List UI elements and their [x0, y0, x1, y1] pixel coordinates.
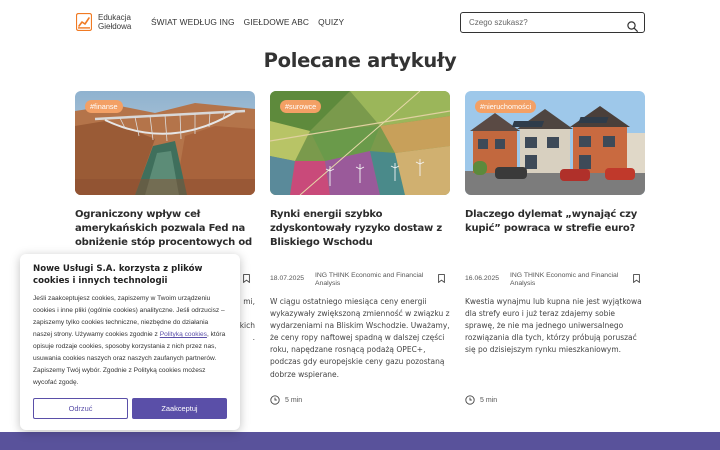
read-time: 5 min [465, 395, 497, 405]
article-meta: 18.07.2025 ING THINK Economic and Financ… [270, 272, 450, 292]
search-icon[interactable] [627, 17, 638, 32]
article-image-houses[interactable]: #nieruchomości [465, 91, 645, 195]
logo-text: Edukacja Giełdowa [98, 13, 131, 31]
cookie-text: Jeśli zaakceptujesz cookies, zapiszemy w… [33, 295, 226, 386]
accept-cookies-button[interactable]: Zaakceptuj [132, 398, 227, 419]
nav-swiat-wedlug-ing[interactable]: ŚWIAT WEDŁUG ING [151, 17, 235, 27]
article-card-nieruchomosci[interactable]: #nieruchomości Dlaczego dylemat „wynająć… [465, 91, 645, 405]
section-title: Polecane artykuły [263, 49, 457, 72]
bookmark-icon[interactable] [243, 274, 250, 284]
article-title[interactable]: Dlaczego dylemat „wynająć czy kupić” pow… [465, 208, 645, 236]
article-author: ING THINK Economic and Financial Analysi… [315, 272, 424, 287]
nav-quizy[interactable]: QUIZY [318, 17, 344, 27]
article-card-surowce[interactable]: #surowce Rynki energii szybko zdyskontow… [270, 91, 450, 405]
site-logo[interactable]: Edukacja Giełdowa [75, 12, 131, 32]
article-excerpt: W ciągu ostatniego miesiąca ceny energii… [270, 297, 450, 379]
footer-bar [0, 432, 720, 450]
search-input[interactable] [461, 13, 621, 32]
cookie-buttons: Odrzuć Zaakceptuj [33, 398, 227, 419]
reject-cookies-button[interactable]: Odrzuć [33, 398, 128, 419]
category-tag[interactable]: #surowce [280, 100, 322, 113]
article-excerpt: Kwestia wynajmu lub kupna nie jest wyjąt… [465, 297, 642, 355]
nav-gieldowe-abc[interactable]: GIEŁDOWE ABC [244, 17, 309, 27]
article-image-fields[interactable]: #surowce [270, 91, 450, 195]
cookie-banner: Nowe Usługi S.A. korzysta z plików cooki… [20, 254, 240, 430]
article-title[interactable]: Ograniczony wpływ ceł amerykańskich pozw… [75, 208, 255, 250]
category-tag[interactable]: #nieruchomości [475, 100, 537, 113]
cookie-title: Nowe Usługi S.A. korzysta z plików cooki… [33, 264, 203, 286]
article-title[interactable]: Rynki energii szybko zdyskontowały ryzyk… [270, 208, 450, 250]
clock-icon [465, 395, 475, 405]
logo-line1: Edukacja [98, 13, 131, 22]
bookmark-icon[interactable] [633, 274, 640, 284]
read-time-label: 5 min [285, 396, 303, 404]
search-box [460, 12, 645, 33]
site-header: Edukacja Giełdowa ŚWIAT WEDŁUG ING GIEŁD… [0, 0, 720, 46]
clock-icon [270, 395, 280, 405]
read-time-label: 5 min [480, 396, 498, 404]
bookmark-icon[interactable] [438, 274, 445, 284]
read-time: 5 min [270, 395, 302, 405]
article-image-bridge[interactable]: #finanse [75, 91, 255, 195]
logo-icon [75, 12, 93, 32]
article-meta: 16.06.2025 ING THINK Economic and Financ… [465, 272, 645, 292]
logo-line2: Giełdowa [98, 22, 132, 31]
article-date: 16.06.2025 [465, 275, 500, 282]
article-card-finanse[interactable]: #finanse Ograniczony wpływ ceł amerykańs… [75, 91, 255, 342]
main-nav: ŚWIAT WEDŁUG ING GIEŁDOWE ABC QUIZY [151, 17, 344, 27]
article-date: 18.07.2025 [270, 275, 305, 282]
article-author: ING THINK Economic and Financial Analysi… [510, 272, 619, 287]
category-tag[interactable]: #finanse [85, 100, 123, 113]
cookie-policy-link[interactable]: Polityką cookies [160, 331, 207, 338]
